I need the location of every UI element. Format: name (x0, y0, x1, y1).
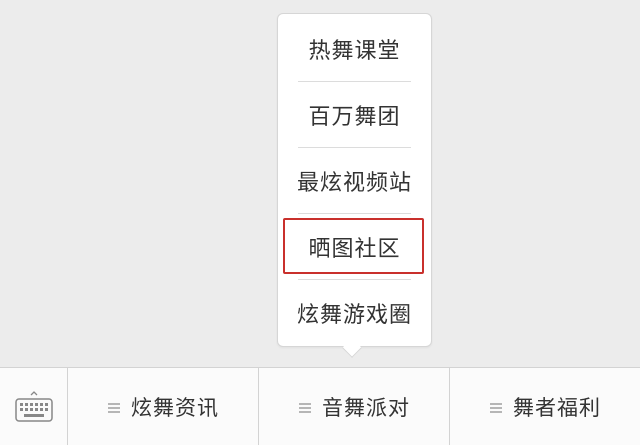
menu-tab-label: 音舞派对 (322, 395, 410, 420)
submenu-item-game-circle[interactable]: 炫舞游戏圈 (278, 280, 431, 346)
submenu-item-photo-community[interactable]: 晒图社区 (278, 214, 431, 280)
keyboard-icon (14, 390, 53, 422)
keyboard-toggle-button[interactable] (0, 368, 68, 445)
submenu-item-label: 百万舞团 (308, 105, 401, 130)
menu-tab-dancer-benefits[interactable]: 舞者福利 (450, 368, 640, 445)
submenu-item-video-station[interactable]: 最炫视频站 (278, 148, 431, 214)
submenu-popup: 热舞课堂 百万舞团 最炫视频站 晒图社区 炫舞游戏圈 (277, 13, 432, 347)
menu-tab-dance-news[interactable]: 炫舞资讯 (68, 368, 259, 445)
menu-tab-label: 炫舞资讯 (131, 395, 219, 420)
submenu-item-dance-class[interactable]: 热舞课堂 (278, 16, 431, 82)
submenu-item-label: 晒图社区 (308, 237, 401, 262)
bottom-menu-bar: 炫舞资讯 音舞派对 舞者福利 (0, 367, 640, 445)
menu-lines-icon (108, 402, 120, 413)
submenu-item-label: 最炫视频站 (296, 171, 412, 196)
submenu-item-label: 热舞课堂 (308, 39, 401, 64)
menu-tab-label: 舞者福利 (513, 395, 601, 420)
submenu-item-label: 炫舞游戏圈 (296, 303, 412, 328)
menu-lines-icon (299, 402, 311, 413)
menu-lines-icon (490, 402, 502, 413)
submenu-item-million-troupe[interactable]: 百万舞团 (278, 82, 431, 148)
menu-tab-music-party[interactable]: 音舞派对 (259, 368, 450, 445)
